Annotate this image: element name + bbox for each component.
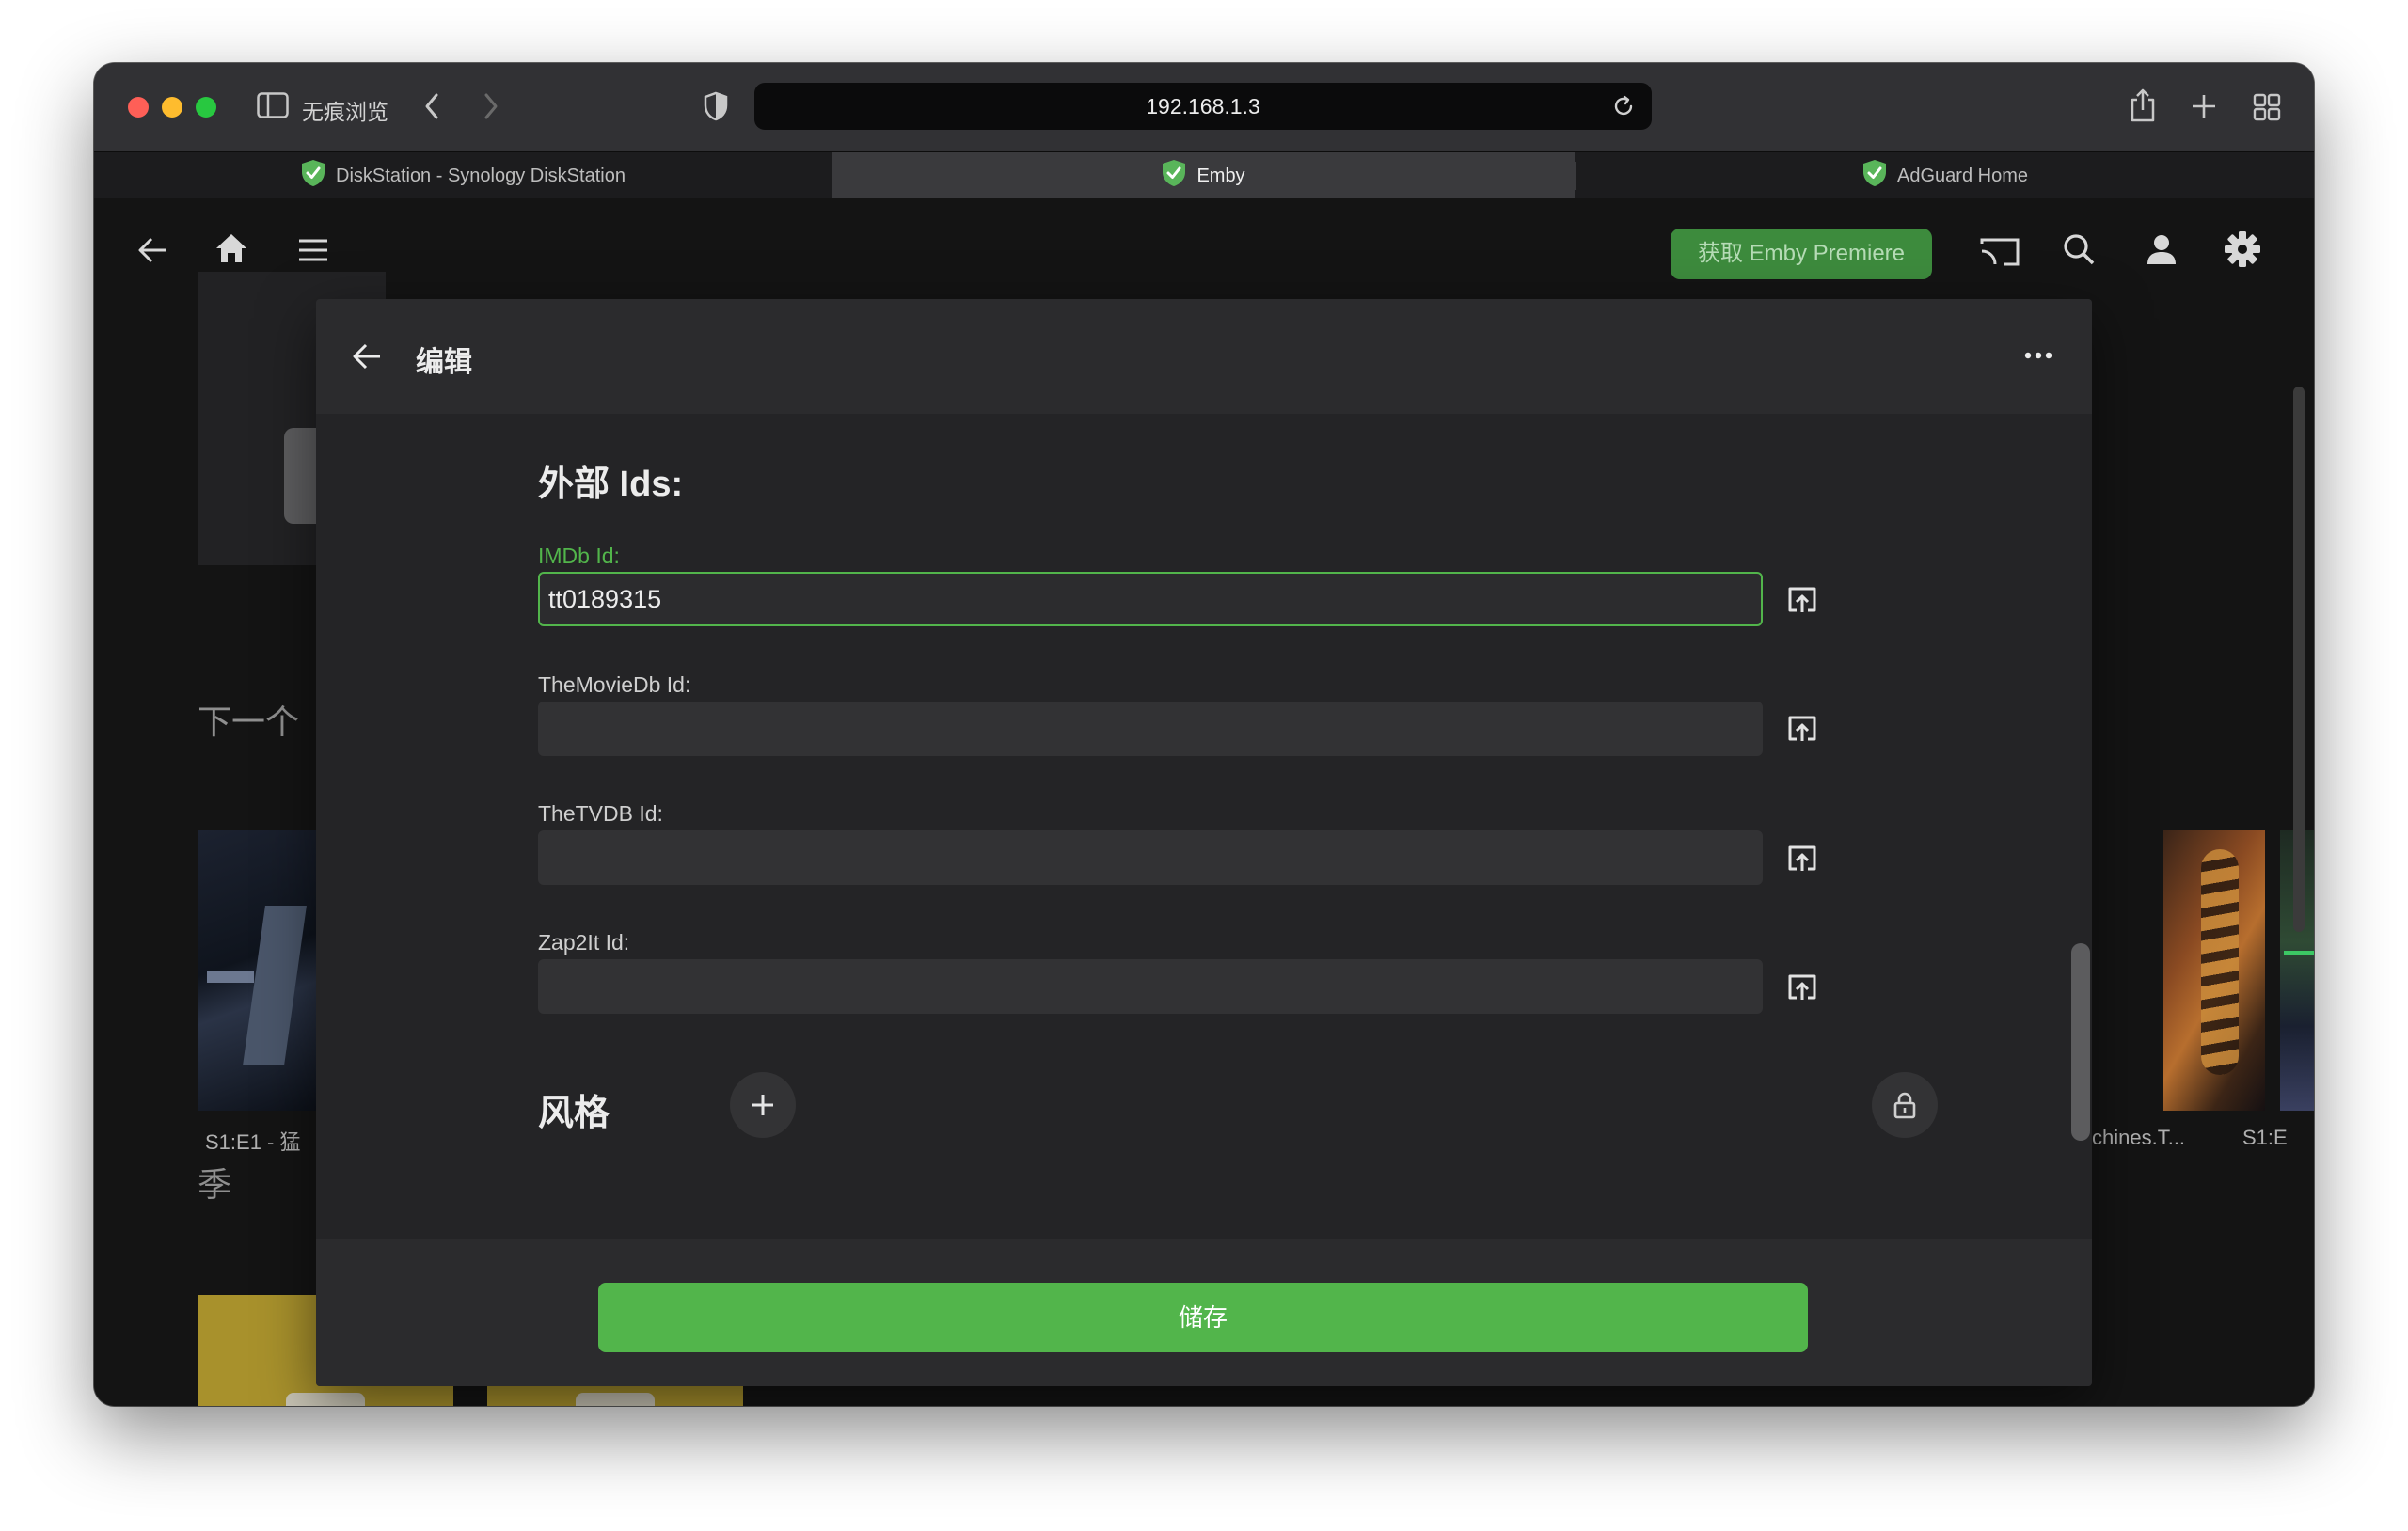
user-icon[interactable] (2145, 232, 2178, 271)
tmdb-open-link-icon[interactable] (1783, 710, 1821, 748)
tab-label: DiskStation - Synology DiskStation (336, 165, 626, 186)
seasons-label: 季 (198, 1165, 232, 1204)
browser-tab-bar: DiskStation - Synology DiskStation Emby … (94, 151, 2314, 199)
episode-thumbnail-left[interactable] (198, 830, 320, 1111)
imdb-open-link-icon[interactable] (1783, 581, 1821, 619)
adguard-shield-icon (300, 159, 326, 193)
address-bar[interactable]: 192.168.1.3 (754, 83, 1652, 130)
tab-diskstation[interactable]: DiskStation - Synology DiskStation (94, 152, 832, 199)
edit-metadata-dialog: 编辑 外部 Ids: IMDb Id: TheMovieDb Id: TheTV… (316, 299, 2092, 1386)
episode-caption: S1:E (2242, 1126, 2288, 1149)
tab-overview-icon[interactable] (2253, 93, 2281, 126)
dialog-back-icon[interactable] (352, 342, 382, 375)
zap2it-id-label: Zap2It Id: (538, 930, 630, 955)
menu-icon[interactable] (297, 238, 329, 267)
tvdb-id-label: TheTVDB Id: (538, 801, 663, 826)
tab-label: AdGuard Home (1897, 165, 2028, 186)
next-up-label: 下一个 (198, 702, 300, 741)
privacy-shield-icon[interactable] (704, 91, 728, 126)
external-ids-title: 外部 Ids: (538, 465, 684, 504)
forward-nav-icon[interactable] (482, 91, 500, 126)
search-icon[interactable] (2062, 232, 2096, 271)
settings-gear-icon[interactable] (2224, 230, 2261, 273)
address-bar-url: 192.168.1.3 (1146, 94, 1260, 118)
close-window-button[interactable] (128, 97, 149, 118)
adguard-shield-icon (1161, 159, 1187, 193)
tab-label: Emby (1196, 165, 1245, 186)
cast-icon[interactable] (1979, 236, 2020, 273)
tab-adguard[interactable]: AdGuard Home (1576, 152, 2314, 199)
dialog-header: 编辑 (316, 299, 2092, 414)
lock-genres-button[interactable] (1872, 1072, 1938, 1138)
minimize-window-button[interactable] (162, 97, 182, 118)
tmdb-id-input[interactable] (538, 702, 1763, 756)
emby-page: 获取 Emby Premiere 下一个 S1:E1 - 猛 chines.T.… (94, 198, 2314, 1406)
dialog-scrollbar[interactable] (2071, 943, 2090, 1141)
plus-icon (752, 1095, 773, 1115)
home-icon[interactable] (214, 232, 248, 269)
imdb-id-label: IMDb Id: (538, 544, 620, 568)
dialog-title: 编辑 (416, 347, 472, 378)
new-tab-icon[interactable] (2191, 93, 2217, 124)
dialog-footer: 储存 (316, 1239, 2092, 1386)
save-button[interactable]: 储存 (598, 1283, 1808, 1352)
more-options-icon[interactable] (2024, 348, 2052, 365)
back-nav-icon[interactable] (422, 91, 441, 126)
back-arrow-icon[interactable] (137, 236, 169, 269)
imdb-id-input[interactable] (538, 572, 1763, 626)
page-scrollbar[interactable] (2293, 387, 2305, 932)
genres-title: 风格 (538, 1094, 610, 1133)
tmdb-id-label: TheMovieDb Id: (538, 672, 691, 697)
add-genre-button[interactable] (730, 1072, 796, 1138)
share-icon[interactable] (2129, 87, 2157, 128)
episode-caption: S1:E1 - 猛 (205, 1130, 301, 1154)
browser-window: 无痕浏览 192.168.1.3 DiskStation - Synology … (94, 63, 2314, 1406)
episode-caption: chines.T... (2092, 1126, 2186, 1149)
zap2it-id-input[interactable] (538, 959, 1763, 1014)
zap2it-open-link-icon[interactable] (1783, 969, 1821, 1006)
reload-icon[interactable] (1611, 94, 1636, 123)
private-browsing-label: 无痕浏览 (302, 100, 388, 124)
lock-icon (1893, 1092, 1916, 1119)
adguard-shield-icon (1861, 159, 1888, 193)
tvdb-id-input[interactable] (538, 830, 1763, 885)
tvdb-open-link-icon[interactable] (1783, 840, 1821, 877)
zoom-window-button[interactable] (196, 97, 216, 118)
browser-titlebar: 无痕浏览 192.168.1.3 (94, 63, 2314, 151)
tab-emby[interactable]: Emby (832, 152, 1575, 199)
get-premiere-button[interactable]: 获取 Emby Premiere (1671, 229, 1932, 279)
sidebar-toggle-icon[interactable] (257, 92, 289, 123)
episode-thumbnail-right[interactable] (2163, 830, 2265, 1111)
